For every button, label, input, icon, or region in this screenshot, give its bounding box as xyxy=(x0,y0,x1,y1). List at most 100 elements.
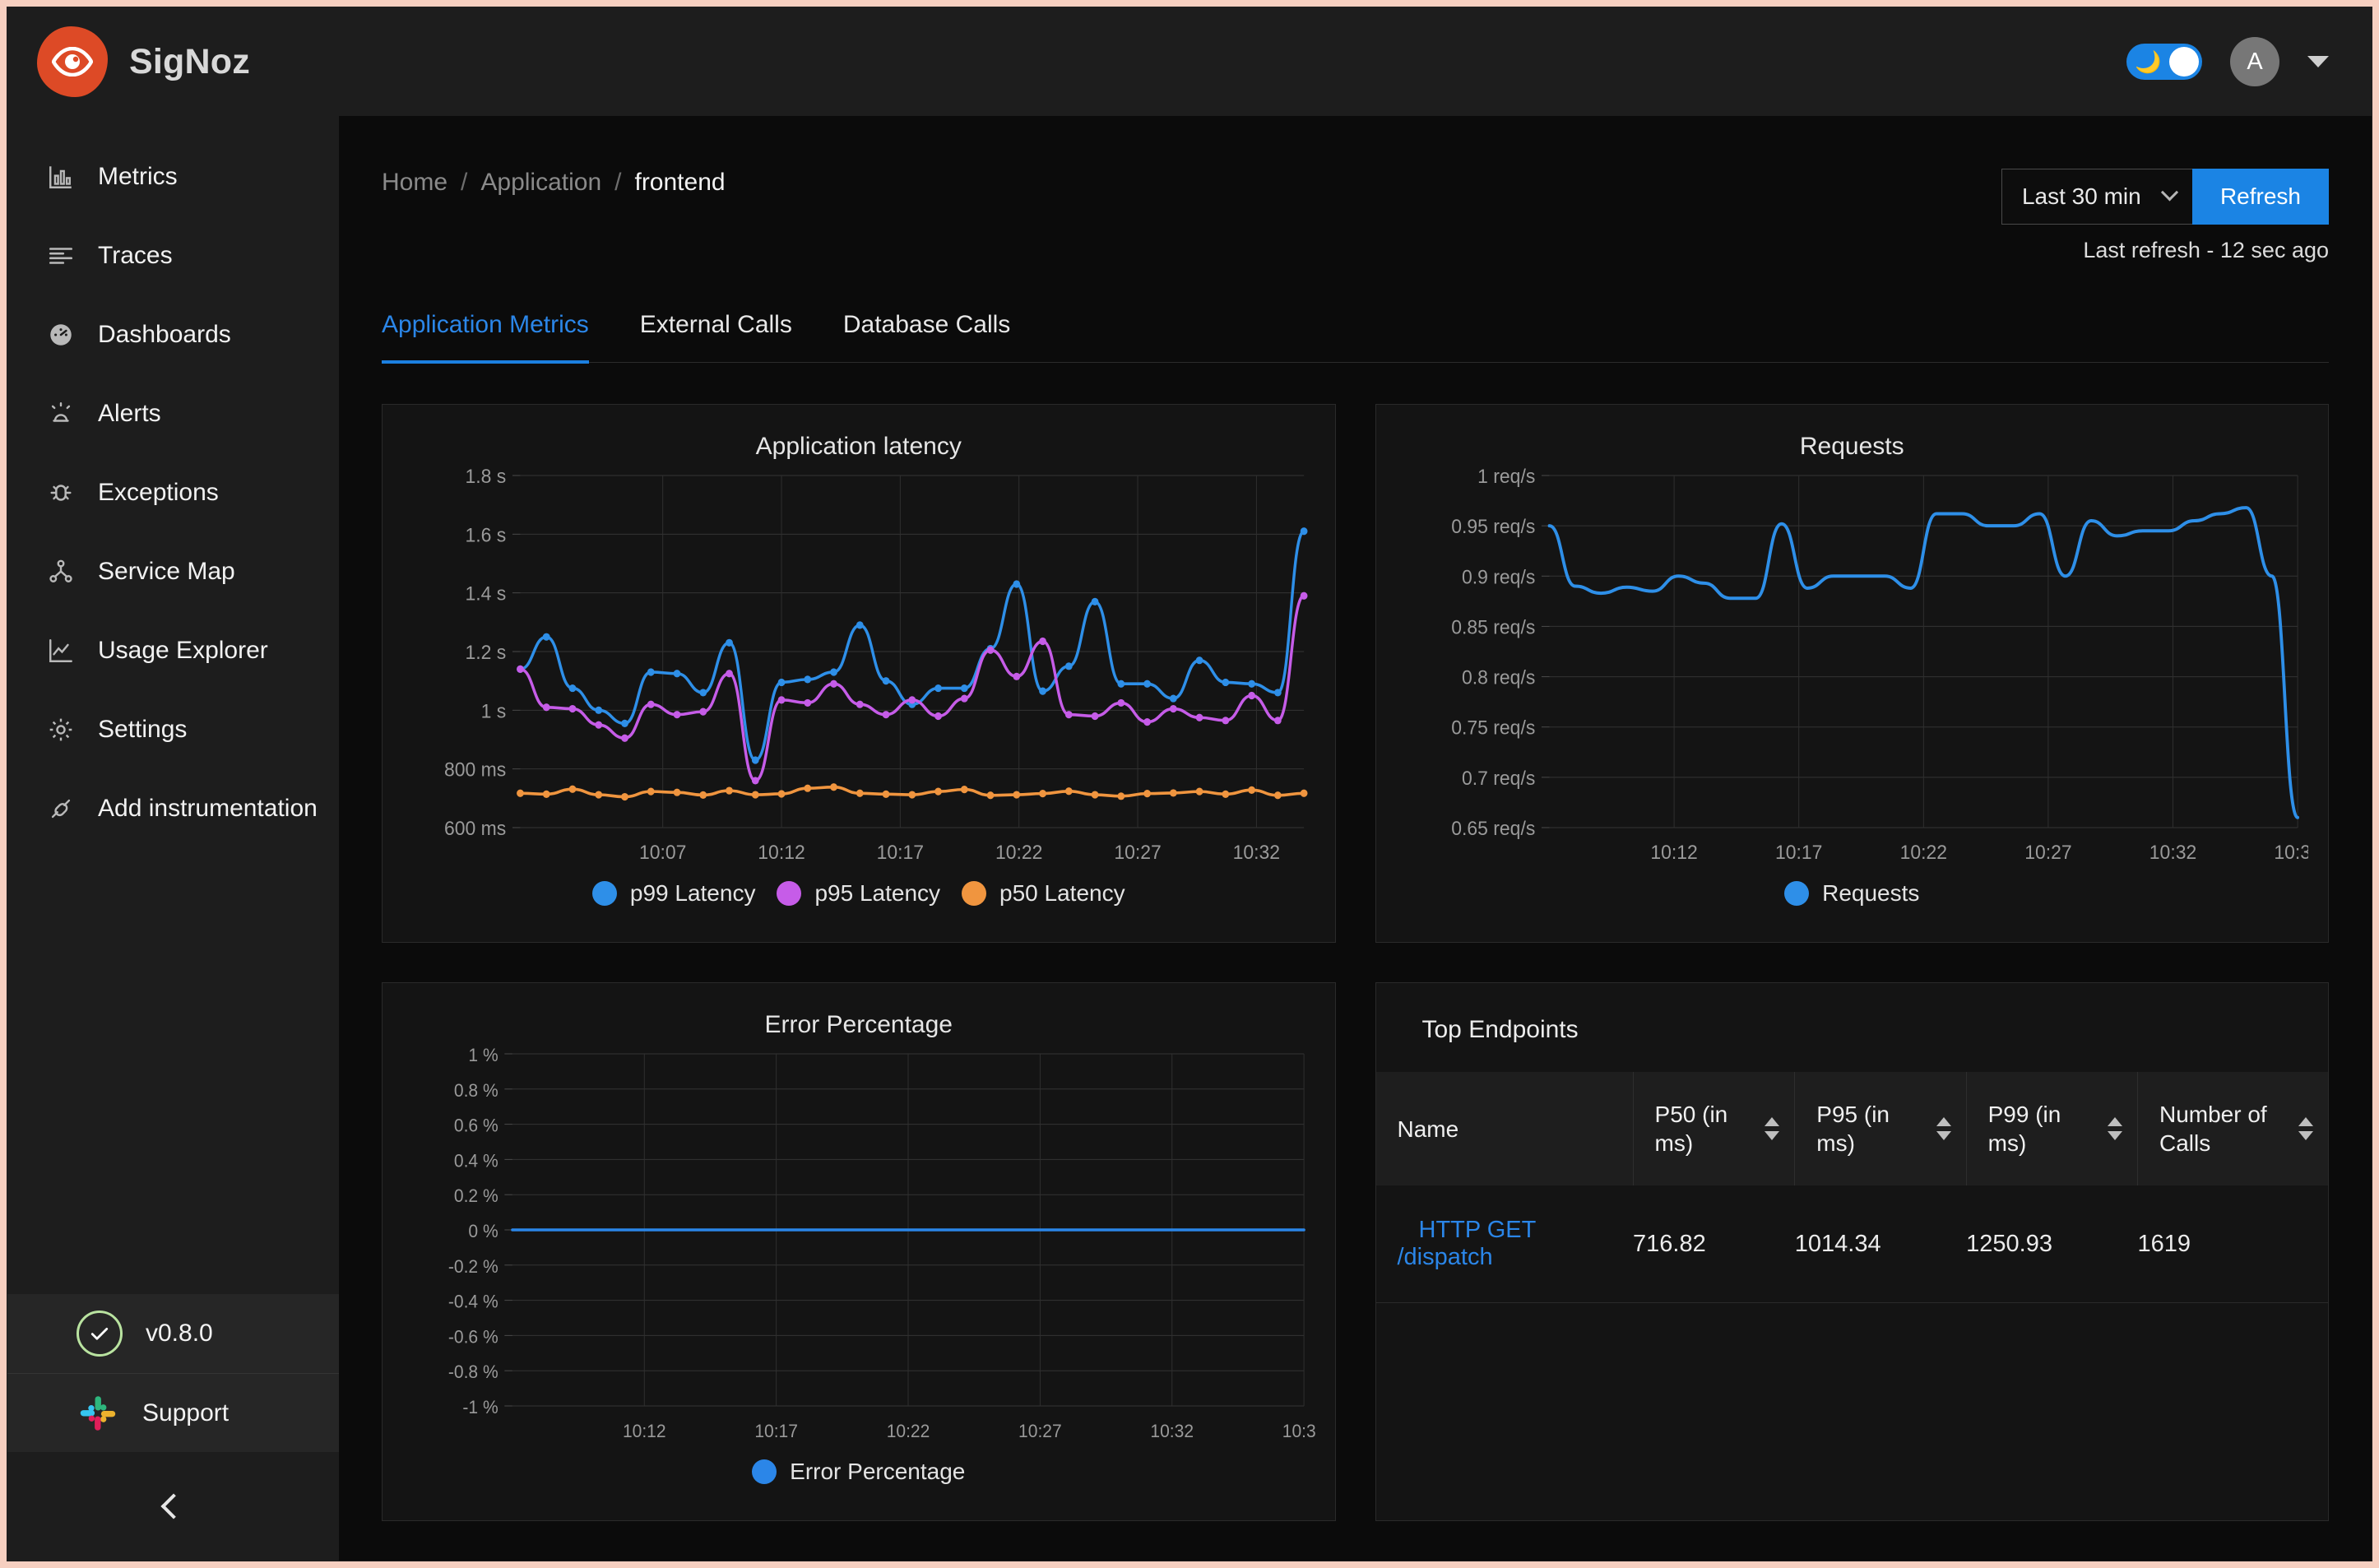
svg-text:10:27: 10:27 xyxy=(1114,842,1161,864)
sidebar-item-add-instrumentation[interactable]: Add instrumentation xyxy=(7,769,339,848)
brand-name: SigNoz xyxy=(129,41,250,81)
toggle-knob xyxy=(2169,47,2199,77)
column-header-label: Name xyxy=(1397,1116,1459,1142)
sidebar-collapse-button[interactable] xyxy=(7,1452,339,1561)
sidebar: Metrics Traces Dashboards Alerts Excepti… xyxy=(7,116,339,1561)
svg-text:1 %: 1 % xyxy=(468,1046,498,1066)
breadcrumb-separator: / xyxy=(461,169,468,196)
caret-down-icon[interactable] xyxy=(2307,56,2329,67)
legend-item[interactable]: p99 Latency xyxy=(591,880,755,907)
breadcrumb-separator: / xyxy=(614,169,622,196)
table-header: Name P50 (in ms) P95 (in ms) P99 (in ms)… xyxy=(1375,1072,2328,1185)
legend-item[interactable]: Requests xyxy=(1784,880,1919,907)
column-header-label: P99 (in ms) xyxy=(1987,1102,2061,1156)
tab-database-calls[interactable]: Database Calls xyxy=(843,311,1010,364)
svg-text:10:17: 10:17 xyxy=(877,842,924,864)
chart-requests[interactable]: 0.65 req/s 0.7 req/s 0.75 req/s 0.8 req/s 0.… xyxy=(1396,466,2308,877)
table-header-row: Name P50 (in ms) P95 (in ms) P99 (in ms)… xyxy=(1375,1072,2328,1185)
bug-icon xyxy=(45,477,77,508)
breadcrumb-item-application[interactable]: Application xyxy=(480,169,601,197)
svg-text:0.8 req/s: 0.8 req/s xyxy=(1462,666,1535,689)
svg-text:0.85 req/s: 0.85 req/s xyxy=(1451,616,1535,638)
gauge-icon xyxy=(45,319,77,350)
sidebar-item-traces[interactable]: Traces xyxy=(7,216,339,295)
theme-toggle[interactable]: 🌙 xyxy=(2126,44,2202,80)
legend-color-dot xyxy=(752,1459,777,1484)
time-range-select[interactable]: Last 30 min xyxy=(2001,169,2192,225)
refresh-button[interactable]: Refresh xyxy=(2191,169,2329,225)
panel-title: Application latency xyxy=(755,433,962,460)
sidebar-item-label: Metrics xyxy=(98,163,178,190)
legend-item[interactable]: p95 Latency xyxy=(777,880,940,907)
sort-toggle-icon[interactable] xyxy=(2298,1117,2313,1140)
cell-p95: 1014.34 xyxy=(1794,1185,1967,1303)
svg-text:1.6 s: 1.6 s xyxy=(466,524,507,546)
sidebar-item-service-map[interactable]: Service Map xyxy=(7,532,339,611)
svg-text:10:32: 10:32 xyxy=(1150,1422,1194,1442)
support-link[interactable]: Support xyxy=(7,1373,339,1452)
tab-bar: Application Metrics External Calls Datab… xyxy=(382,311,2329,364)
column-header-name[interactable]: Name xyxy=(1375,1072,1634,1185)
svg-text:1.8 s: 1.8 s xyxy=(466,466,507,487)
time-controls-row: Last 30 min Refresh xyxy=(2001,169,2329,225)
chevron-left-icon xyxy=(160,1493,187,1519)
svg-text:0.95 req/s: 0.95 req/s xyxy=(1451,516,1535,538)
sidebar-nav: Metrics Traces Dashboards Alerts Excepti… xyxy=(7,116,339,848)
sidebar-item-label: Usage Explorer xyxy=(98,637,268,664)
svg-text:10:07: 10:07 xyxy=(639,842,686,864)
legend-item[interactable]: Error Percentage xyxy=(752,1459,965,1485)
sort-toggle-icon[interactable] xyxy=(1936,1117,1951,1140)
brand-logo[interactable]: SigNoz xyxy=(37,26,250,97)
table-row: HTTP GET /dispatch 716.82 1014.34 1250.9… xyxy=(1375,1185,2328,1303)
svg-text:-0.4 %: -0.4 % xyxy=(448,1292,499,1312)
time-range-label: Last 30 min xyxy=(2021,183,2141,209)
breadcrumb: Home / Application / frontend xyxy=(382,169,726,197)
sidebar-item-dashboards[interactable]: Dashboards xyxy=(7,295,339,374)
sidebar-item-exceptions[interactable]: Exceptions xyxy=(7,453,339,532)
column-header-p99[interactable]: P99 (in ms) xyxy=(1966,1072,2138,1185)
tab-external-calls[interactable]: External Calls xyxy=(640,311,792,364)
sidebar-item-alerts[interactable]: Alerts xyxy=(7,374,339,453)
breadcrumb-item-frontend[interactable]: frontend xyxy=(634,169,725,197)
svg-text:-0.6 %: -0.6 % xyxy=(448,1327,499,1348)
signoz-eye-logo-icon xyxy=(37,26,108,97)
sort-toggle-icon[interactable] xyxy=(2107,1117,2122,1140)
moon-icon: 🌙 xyxy=(2135,49,2162,74)
endpoint-link[interactable]: HTTP GET /dispatch xyxy=(1398,1217,1536,1270)
bar-chart-icon xyxy=(45,161,77,193)
cell-number-of-calls: 1619 xyxy=(2137,1185,2328,1303)
avatar[interactable]: A xyxy=(2230,37,2279,86)
version-badge[interactable]: v0.8.0 xyxy=(7,1294,339,1373)
chevron-down-icon xyxy=(2160,183,2179,201)
legend-color-dot xyxy=(591,881,617,906)
svg-text:0.7 req/s: 0.7 req/s xyxy=(1462,767,1535,789)
chart-error-percentage[interactable]: -1 % -0.8 % -0.6 % -0.4 % -0.2 % 0 % 0.2 % 0.4 … xyxy=(402,1044,1315,1455)
panel-top-endpoints: Top Endpoints Name P50 (in ms) P95 (in m… xyxy=(1375,982,2329,1521)
tab-application-metrics[interactable]: Application Metrics xyxy=(382,311,589,364)
node-graph-icon xyxy=(45,556,77,587)
column-header-label: P50 (in ms) xyxy=(1654,1102,1728,1156)
legend-item[interactable]: p50 Latency xyxy=(962,880,1125,907)
sidebar-item-label: Add instrumentation xyxy=(98,795,318,822)
column-header-p95[interactable]: P95 (in ms) xyxy=(1794,1072,1967,1185)
svg-text:10:22: 10:22 xyxy=(887,1422,930,1442)
svg-text:10:27: 10:27 xyxy=(2024,842,2071,864)
last-refresh-status: Last refresh - 12 sec ago xyxy=(2083,238,2329,262)
svg-text:10:27: 10:27 xyxy=(1018,1422,1062,1442)
sidebar-item-label: Service Map xyxy=(98,558,235,585)
breadcrumb-item-home[interactable]: Home xyxy=(382,169,448,197)
chart-application-latency[interactable]: 600 ms 800 ms 1 s 1.2 s 1.4 s 1.6 s 1.8 s 10:07… xyxy=(402,466,1315,877)
sidebar-item-metrics[interactable]: Metrics xyxy=(7,137,339,216)
sidebar-item-usage-explorer[interactable]: Usage Explorer xyxy=(7,611,339,690)
chart-legend: p99 Latency p95 Latency p50 Latency xyxy=(402,880,1315,907)
top-bar: SigNoz 🌙 A xyxy=(7,7,2372,116)
sidebar-item-label: Exceptions xyxy=(98,479,219,506)
legend-label: Requests xyxy=(1822,880,1920,906)
column-header-p50[interactable]: P50 (in ms) xyxy=(1633,1072,1796,1185)
column-header-number-of-calls[interactable]: Number of Calls xyxy=(2137,1072,2328,1185)
sort-toggle-icon[interactable] xyxy=(1765,1117,1780,1140)
svg-text:1.4 s: 1.4 s xyxy=(466,582,507,605)
page-header: Home / Application / frontend Last 30 mi… xyxy=(382,116,2329,263)
sidebar-item-settings[interactable]: Settings xyxy=(7,690,339,769)
svg-text:0.9 req/s: 0.9 req/s xyxy=(1462,566,1535,588)
